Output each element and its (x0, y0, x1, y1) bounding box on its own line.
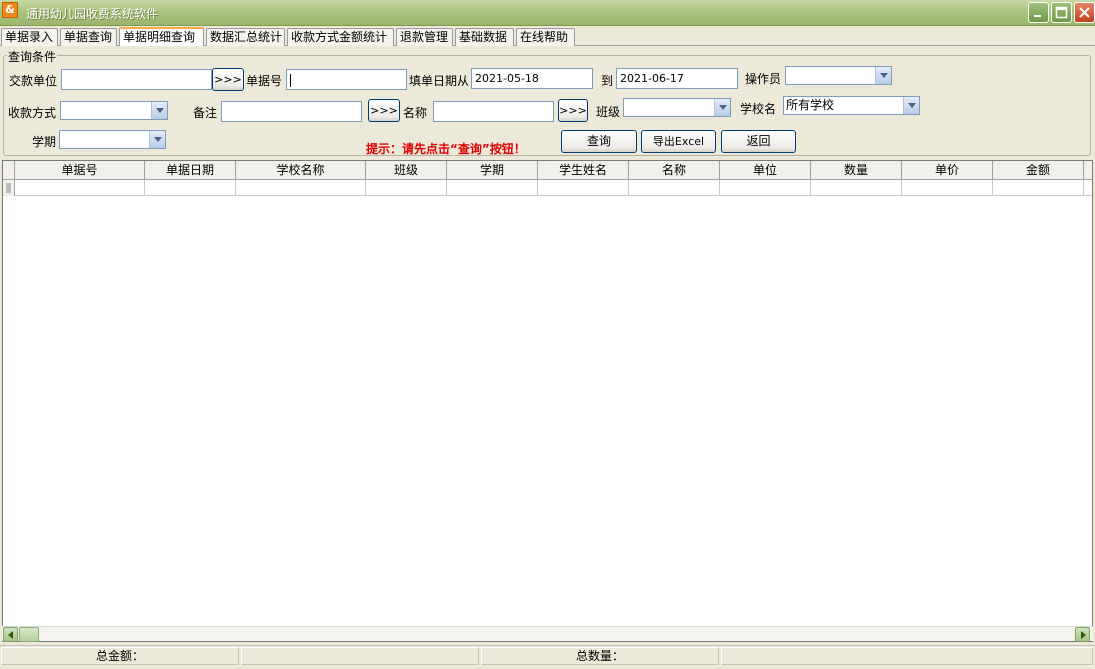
tab-refund-management[interactable]: 退款管理 (396, 28, 453, 46)
total-amount-value (241, 647, 479, 665)
row-indicator[interactable] (3, 180, 15, 196)
column-header[interactable]: 班级 (366, 161, 447, 179)
operator-select[interactable] (785, 66, 892, 85)
payer-label: 交款单位 (9, 74, 58, 88)
total-qty-value (721, 647, 1093, 665)
name-browse-button[interactable]: >>> (558, 99, 588, 122)
total-amount-label: 总金额： (1, 647, 239, 665)
query-conditions-title: 查询条件 (7, 48, 58, 65)
date-from-input[interactable]: 2021-05-18 (471, 68, 593, 89)
tab-basic-data[interactable]: 基础数据 (455, 28, 514, 46)
results-grid[interactable]: 单据号 单据日期 学校名称 班级 学期 学生姓名 名称 单位 数量 单价 金额 (2, 160, 1093, 642)
column-header[interactable]: 名称 (629, 161, 720, 179)
table-cell[interactable] (538, 180, 629, 196)
school-label: 学校名 (740, 102, 777, 116)
column-header[interactable]: 单价 (902, 161, 993, 179)
tab-online-help[interactable]: 在线帮助 (516, 28, 575, 46)
tab-receipt-detail-query[interactable]: 单据明细查询 (119, 27, 204, 46)
total-qty-label: 总数量： (481, 647, 719, 665)
table-cell[interactable] (720, 180, 811, 196)
table-cell[interactable] (15, 180, 145, 196)
tab-receipt-entry[interactable]: 单据录入 (1, 28, 58, 46)
export-excel-button[interactable]: 导出Excel (641, 130, 716, 153)
column-header[interactable]: 数量 (811, 161, 902, 179)
table-cell[interactable] (811, 180, 902, 196)
title-bar: & 通用幼儿园收费系统软件 (0, 0, 1095, 26)
chevron-down-icon[interactable] (151, 102, 167, 119)
receipt-no-label: 单据号 (246, 74, 283, 88)
tab-receipt-query[interactable]: 单据查询 (60, 28, 117, 46)
table-cell[interactable] (145, 180, 236, 196)
text-caret (290, 73, 291, 87)
operator-label: 操作员 (745, 72, 782, 86)
maximize-button[interactable] (1051, 2, 1072, 23)
maximize-icon (1055, 6, 1068, 19)
remark-browse-button[interactable]: >>> (368, 99, 400, 122)
window-title: 通用幼儿园收费系统软件 (26, 7, 159, 21)
column-header[interactable]: 学生姓名 (538, 161, 629, 179)
grid-corner (3, 161, 15, 179)
payer-browse-button[interactable]: >>> (212, 68, 244, 91)
scroll-thumb[interactable] (19, 627, 39, 642)
receipt-no-input[interactable] (286, 69, 407, 90)
table-row[interactable] (3, 180, 1092, 196)
chevron-down-icon[interactable] (875, 67, 891, 84)
close-button[interactable] (1074, 2, 1095, 23)
name-label: 名称 (403, 106, 428, 120)
tab-bar: 单据录入 单据查询 单据明细查询 数据汇总统计 收款方式金额统计 退款管理 基础… (0, 27, 1095, 46)
table-cell[interactable] (236, 180, 366, 196)
minimize-icon (1034, 15, 1041, 17)
chevron-down-icon[interactable] (903, 97, 919, 114)
scroll-left-icon[interactable] (3, 627, 18, 642)
back-button[interactable]: 返回 (721, 130, 796, 153)
class-select[interactable] (623, 98, 731, 117)
minimize-button[interactable] (1028, 2, 1049, 23)
term-select[interactable] (59, 130, 166, 149)
column-header[interactable]: 金额 (993, 161, 1084, 179)
grid-header: 单据号 单据日期 学校名称 班级 学期 学生姓名 名称 单位 数量 单价 金额 (3, 161, 1092, 180)
scroll-right-icon[interactable] (1075, 627, 1090, 642)
table-cell[interactable] (366, 180, 447, 196)
payment-method-label: 收款方式 (8, 106, 57, 120)
column-header[interactable]: 单据号 (15, 161, 145, 179)
query-button[interactable]: 查询 (561, 130, 637, 153)
status-bar: 总金额： 总数量： (0, 645, 1095, 669)
column-header[interactable]: 单位 (720, 161, 811, 179)
school-value: 所有学校 (786, 98, 835, 112)
column-header[interactable]: 单据日期 (145, 161, 236, 179)
horizontal-scrollbar[interactable] (2, 626, 1093, 642)
payment-method-select[interactable] (60, 101, 168, 120)
tab-payment-method-stats[interactable]: 收款方式金额统计 (287, 28, 394, 46)
column-header[interactable]: 学校名称 (236, 161, 366, 179)
name-input[interactable] (433, 101, 554, 122)
hint-message: 提示：请先点击“查询”按钮！ (366, 142, 526, 156)
class-label: 班级 (596, 105, 621, 119)
close-icon (1079, 7, 1090, 18)
column-header-overflow (1084, 161, 1092, 179)
chevron-down-icon[interactable] (149, 131, 165, 148)
term-label: 学期 (32, 135, 57, 149)
table-cell[interactable] (629, 180, 720, 196)
date-to-label: 到 (601, 74, 614, 88)
app-icon: & (2, 2, 18, 18)
remark-label: 备注 (193, 106, 218, 120)
chevron-down-icon[interactable] (714, 99, 730, 116)
date-to-input[interactable]: 2021-06-17 (616, 68, 738, 89)
school-select[interactable]: 所有学校 (783, 96, 920, 115)
table-cell[interactable] (902, 180, 993, 196)
column-header[interactable]: 学期 (447, 161, 538, 179)
table-cell[interactable] (993, 180, 1084, 196)
table-cell[interactable] (447, 180, 538, 196)
date-from-label: 填单日期从 (409, 74, 470, 88)
remark-input[interactable] (221, 101, 362, 122)
payer-input[interactable] (61, 69, 212, 90)
tab-summary-stats[interactable]: 数据汇总统计 (206, 28, 285, 46)
